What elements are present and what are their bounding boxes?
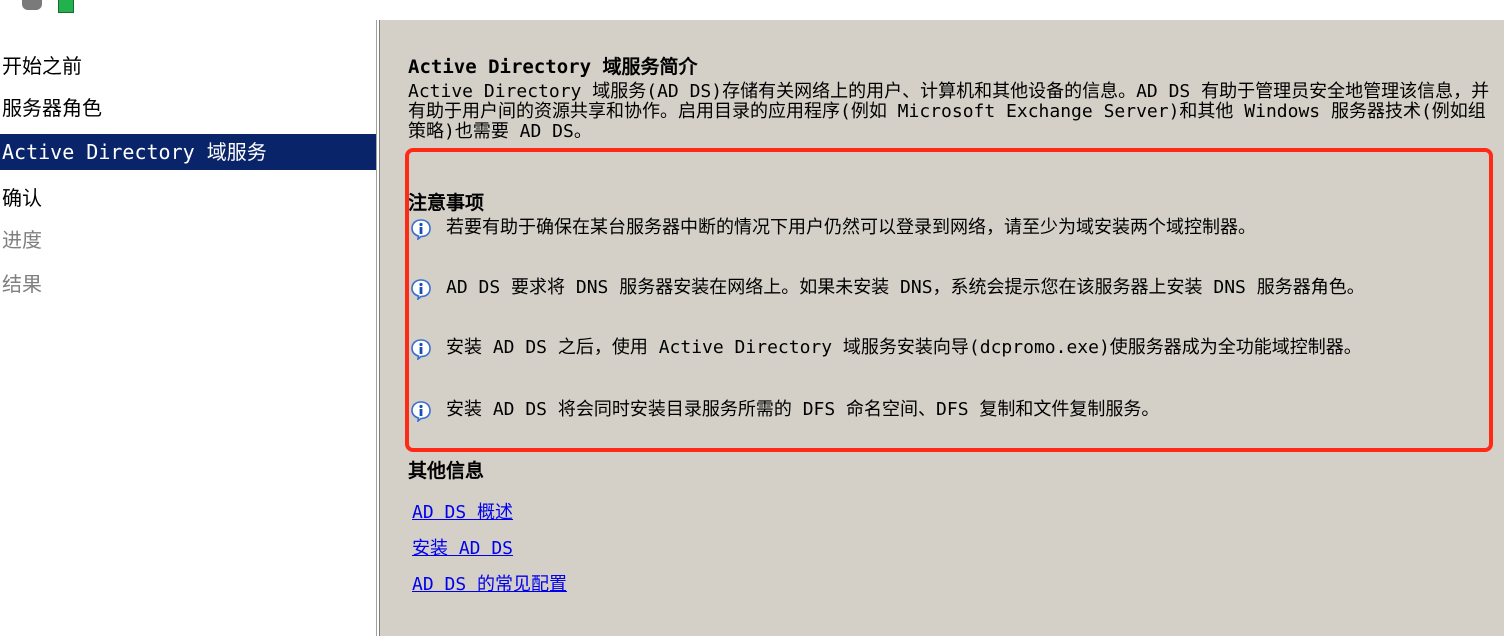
note-item: 若要有助于确保在某台服务器中断的情况下用户仍然可以登录到网络，请至少为域安装两个… — [410, 217, 1490, 240]
status-icon — [58, 0, 74, 13]
note-text: 若要有助于确保在某台服务器中断的情况下用户仍然可以登录到网络，请至少为域安装两个… — [446, 217, 1256, 238]
notes-heading: 注意事项 — [408, 192, 485, 214]
note-text: AD DS 要求将 DNS 服务器安装在网络上。如果未安装 DNS，系统会提示您… — [446, 277, 1365, 298]
link-install-ad-ds[interactable]: 安装 AD DS — [412, 534, 513, 560]
step-results: 结果 — [2, 272, 42, 296]
note-item: 安装 AD DS 将会同时安装目录服务所需的 DFS 命名空间、DFS 复制和文… — [410, 399, 1490, 422]
step-confirmation[interactable]: 确认 — [0, 180, 376, 216]
note-text: 安装 AD DS 将会同时安装目录服务所需的 DFS 命名空间、DFS 复制和文… — [446, 399, 1160, 420]
wizard-step-sidebar: 开始之前 服务器角色 Active Directory 域服务 确认 进度 结果 — [0, 20, 376, 636]
page-title: Active Directory 域服务简介 — [408, 56, 698, 78]
more-info-heading: 其他信息 — [408, 460, 485, 482]
intro-text: Active Directory 域服务(AD DS)存储有关网络上的用户、计算… — [408, 81, 1490, 142]
link-ad-ds-common-configurations[interactable]: AD DS 的常见配置 — [412, 570, 567, 596]
note-text: 安装 AD DS 之后，使用 Active Directory 域服务安装向导(… — [446, 337, 1362, 358]
link-ad-ds-overview[interactable]: AD DS 概述 — [412, 498, 513, 524]
info-icon — [411, 401, 431, 422]
note-item: 安装 AD DS 之后，使用 Active Directory 域服务安装向导(… — [410, 337, 1490, 360]
step-server-roles[interactable]: 服务器角色 — [0, 90, 376, 126]
step-active-directory-domain-services[interactable]: Active Directory 域服务 — [0, 134, 376, 170]
content-pane: Active Directory 域服务简介 Active Directory … — [380, 20, 1504, 636]
info-icon — [411, 219, 431, 240]
step-before-you-begin[interactable]: 开始之前 — [0, 48, 376, 84]
note-item: AD DS 要求将 DNS 服务器安装在网络上。如果未安装 DNS，系统会提示您… — [410, 277, 1490, 300]
step-progress: 进度 — [2, 228, 42, 252]
info-icon — [411, 339, 431, 360]
title-bar-strip — [0, 0, 1504, 20]
server-icon — [22, 0, 42, 10]
info-icon — [411, 279, 431, 300]
